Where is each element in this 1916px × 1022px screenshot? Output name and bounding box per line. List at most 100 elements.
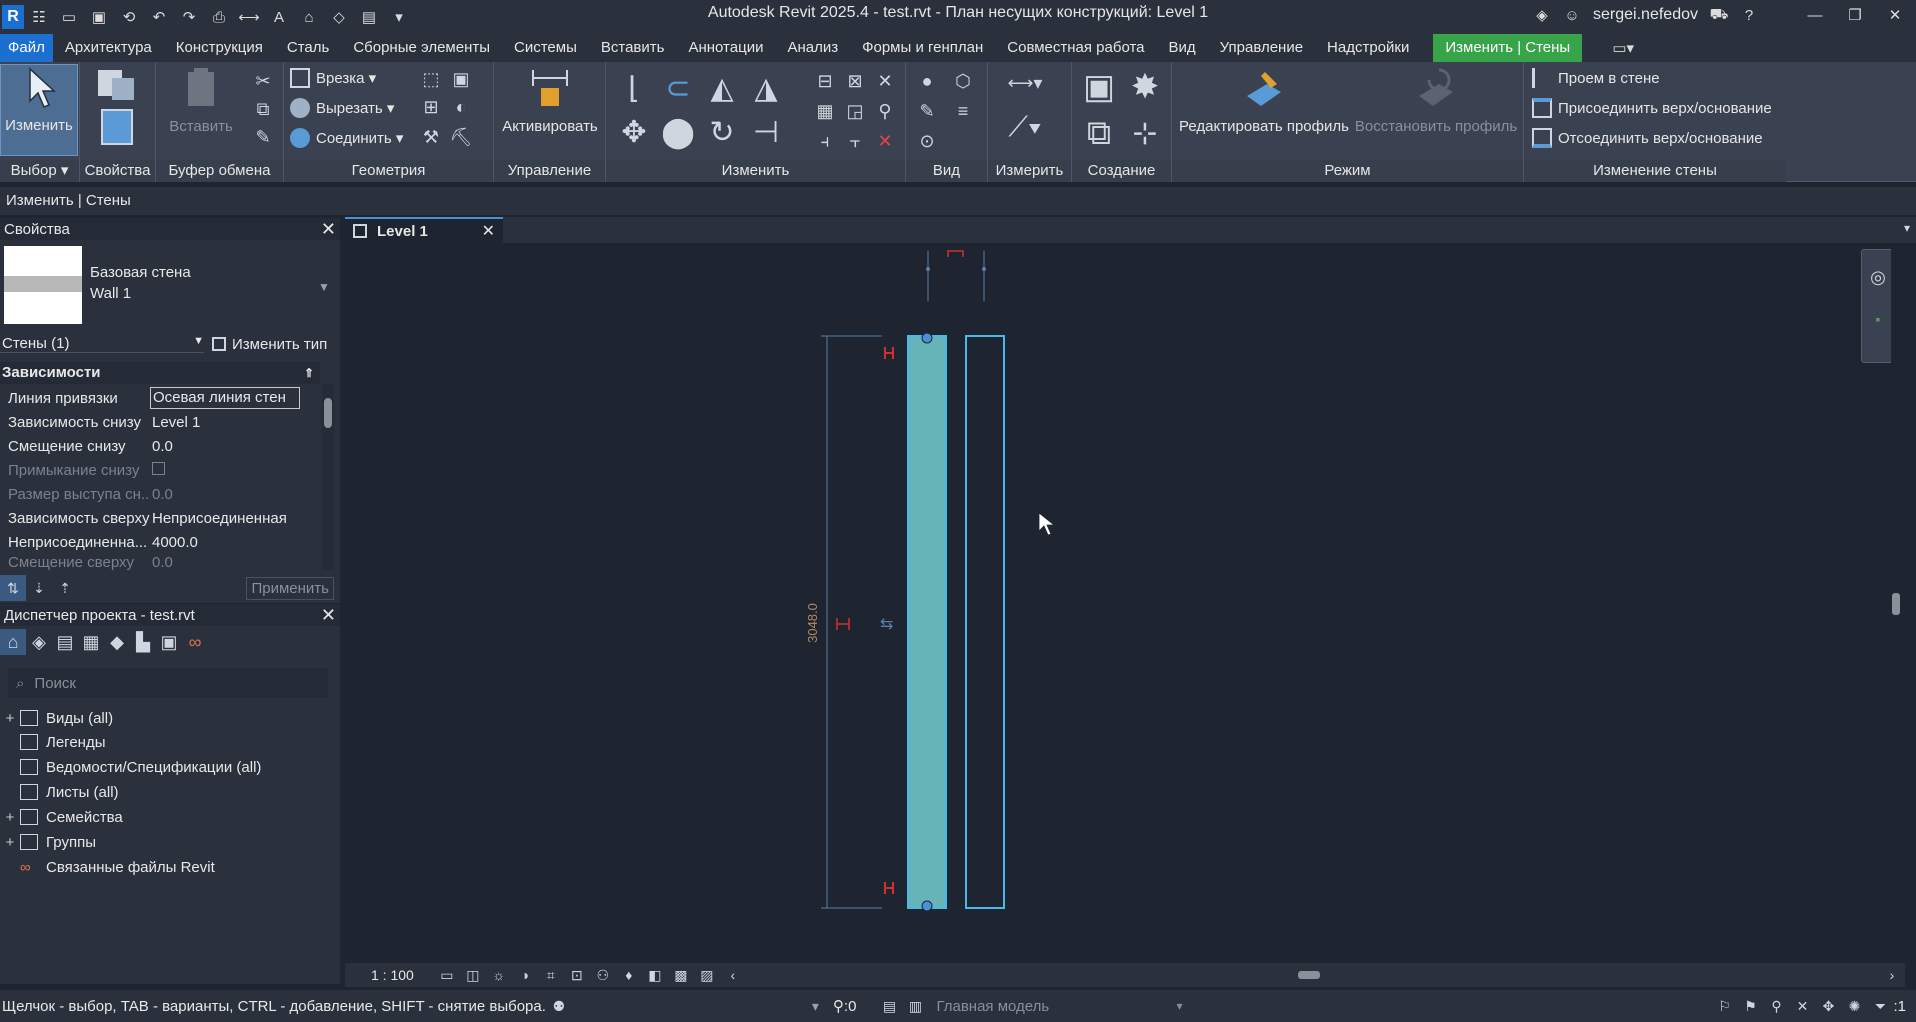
close-icon[interactable]: ✕ <box>1884 4 1906 26</box>
horizontal-scrollbar[interactable] <box>746 963 1879 987</box>
pin-icon[interactable]: ⚲ <box>872 98 898 124</box>
edit-type-button[interactable]: Изменить тип <box>212 336 327 353</box>
user-icon[interactable]: ☺ <box>1561 4 1583 26</box>
attach-top-base-button[interactable]: Присоединить верх/основание <box>1532 98 1772 118</box>
view-tab-level-1[interactable]: Level 1 ✕ <box>345 217 503 243</box>
type-dropdown-icon[interactable]: ▼ <box>318 280 330 294</box>
demolish-icon[interactable]: ⚒ <box>418 124 444 150</box>
tree-item-sheets[interactable]: Листы (all) <box>0 780 119 804</box>
tab-systems[interactable]: Системы <box>502 34 589 62</box>
temp-view-props-icon[interactable]: ▩ <box>668 962 694 988</box>
height-dimension-text[interactable]: 3048.0 <box>805 603 820 643</box>
steering-wheel-icon[interactable]: ◎ <box>1865 264 1891 290</box>
tab-precast[interactable]: Сборные элементы <box>341 34 502 62</box>
rotate-icon[interactable]: ↻ <box>702 112 742 152</box>
wall-end-grip-top[interactable] <box>921 332 933 344</box>
activate-button[interactable]: Активировать <box>498 66 602 135</box>
end-drag-icon-top[interactable] <box>884 347 894 359</box>
join-roof-icon[interactable]: ⊞ <box>418 94 444 120</box>
tree-item-groups[interactable]: + Группы <box>0 830 96 854</box>
customize-toolbar-icon[interactable]: ▾ <box>388 6 410 28</box>
binoculars-icon[interactable]: ◈ <box>1531 4 1553 26</box>
sun-path-icon[interactable]: ☼ <box>486 962 512 988</box>
browser-home-icon[interactable]: ⌂ <box>0 629 26 655</box>
copy-icon[interactable]: ⧉ <box>250 96 276 122</box>
cope-button[interactable]: Врезка ▾ <box>290 68 376 88</box>
tab-massing-site[interactable]: Формы и генплан <box>850 34 995 62</box>
panel-label-select[interactable]: Выбор ▾ <box>0 160 79 182</box>
type-selector[interactable]: Базовая стена Wall 1 <box>90 264 330 302</box>
section-icon[interactable]: ◇ <box>328 6 350 28</box>
tab-file[interactable]: Файл <box>0 34 53 62</box>
worksets-dropdown-icon[interactable]: ▾ <box>812 998 819 1015</box>
create-group-icon[interactable]: ⧉ <box>1078 112 1120 154</box>
create-parts-icon[interactable]: ✸ <box>1124 66 1166 108</box>
tab-structure[interactable]: Конструкция <box>164 34 275 62</box>
tab-manage[interactable]: Управление <box>1208 34 1315 62</box>
apply-button[interactable]: Применить <box>246 576 334 600</box>
location-line-field[interactable]: Осевая линия стен <box>150 387 300 409</box>
expand-icon[interactable]: + <box>0 710 20 727</box>
align-icon[interactable]: ⌊ <box>614 68 654 108</box>
home-icon[interactable]: ☷ <box>28 6 50 28</box>
properties-icon[interactable] <box>94 66 140 152</box>
temp-dim-toggle-icon[interactable] <box>947 250 964 257</box>
restore-icon[interactable]: ❐ <box>1844 4 1866 26</box>
undo-icon[interactable]: ↶ <box>148 6 170 28</box>
create-assembly-icon[interactable]: ▣ <box>1078 66 1120 108</box>
create-similar-icon[interactable]: ⊹ <box>1124 112 1166 154</box>
drawing-canvas[interactable]: 3048.0 ⇆ ◎ ▪ <box>345 243 1901 953</box>
analytical-model-icon[interactable]: ▨ <box>694 962 720 988</box>
properties-close-icon[interactable]: ✕ <box>321 219 336 240</box>
cut-icon[interactable]: ✂ <box>250 68 276 94</box>
cart-icon[interactable]: ⛟ <box>1708 4 1730 26</box>
tab-collaborate[interactable]: Совместная работа <box>995 34 1156 62</box>
browser-model-icon[interactable]: ▣ <box>156 629 182 655</box>
tab-steel[interactable]: Сталь <box>275 34 341 62</box>
select-pinned-icon[interactable]: ⚲ <box>1763 993 1789 1019</box>
trim-single-icon[interactable]: ⫞ <box>812 128 838 154</box>
dimension-lock-icon[interactable] <box>836 618 850 630</box>
view-range-icon[interactable]: ≡ <box>950 98 976 124</box>
sync-icon[interactable]: ⟲ <box>118 6 140 28</box>
view-scale[interactable]: 1 : 100 <box>371 967 414 983</box>
array-icon[interactable]: ▦ <box>812 98 838 124</box>
unpin-icon[interactable]: ✕ <box>872 68 898 94</box>
reveal-hidden-icon[interactable]: ◧ <box>642 962 668 988</box>
switch-windows-icon[interactable]: ▤ <box>358 6 380 28</box>
paste-button[interactable]: Вставить <box>166 66 236 135</box>
flip-orientation-icon[interactable]: ⇆ <box>880 614 893 633</box>
cut-geometry-button[interactable]: Вырезать ▾ <box>290 98 394 118</box>
override-icon[interactable]: ⬡ <box>950 68 976 94</box>
mirror-axis-icon[interactable]: ◭ <box>702 68 742 108</box>
model-selector-icon[interactable]: ▥ <box>902 993 928 1019</box>
split-gap-icon[interactable]: ⊠ <box>842 68 868 94</box>
end-drag-icon-bottom[interactable] <box>884 882 894 894</box>
paint-icon[interactable]: ◐ <box>448 94 474 120</box>
instance-filter[interactable]: Стены (1) ▼ <box>0 335 204 353</box>
split-icon[interactable]: ⊟ <box>812 68 838 94</box>
select-by-face-icon[interactable]: ✕ <box>1789 993 1815 1019</box>
tree-item-legends[interactable]: Легенды <box>0 730 106 754</box>
expand-icon[interactable]: + <box>0 809 20 826</box>
minimize-icon[interactable]: — <box>1804 4 1826 26</box>
measure-distance-icon[interactable]: ⟷▾ <box>1000 70 1050 96</box>
tree-item-schedules[interactable]: Ведомости/Спецификации (all) <box>0 755 261 779</box>
redo-icon[interactable]: ↷ <box>178 6 200 28</box>
view-tab-close-icon[interactable]: ✕ <box>482 221 495 241</box>
tab-modify-walls[interactable]: Изменить | Стены <box>1433 34 1583 62</box>
print-icon[interactable]: ⎙ <box>208 6 230 28</box>
adjacent-wall[interactable] <box>965 335 1005 909</box>
tab-architecture[interactable]: Архитектура <box>53 34 164 62</box>
edit-profile-button[interactable]: Редактировать профиль <box>1178 66 1350 135</box>
show-crop-icon[interactable]: ⊡ <box>564 962 590 988</box>
hide-view-icon[interactable]: ● <box>914 68 940 94</box>
modify-button[interactable]: Изменить <box>0 64 78 156</box>
wall-end-grip-bottom[interactable] <box>921 900 933 912</box>
move-icon[interactable]: ✥ <box>614 112 654 152</box>
open-icon[interactable]: ▭ <box>58 6 80 28</box>
properties-scrollbar[interactable] <box>322 384 334 570</box>
crop-view-icon[interactable]: ⌗ <box>538 962 564 988</box>
tab-insert[interactable]: Вставить <box>589 34 677 62</box>
editable-only-icon[interactable]: ⚲ <box>833 997 844 1015</box>
